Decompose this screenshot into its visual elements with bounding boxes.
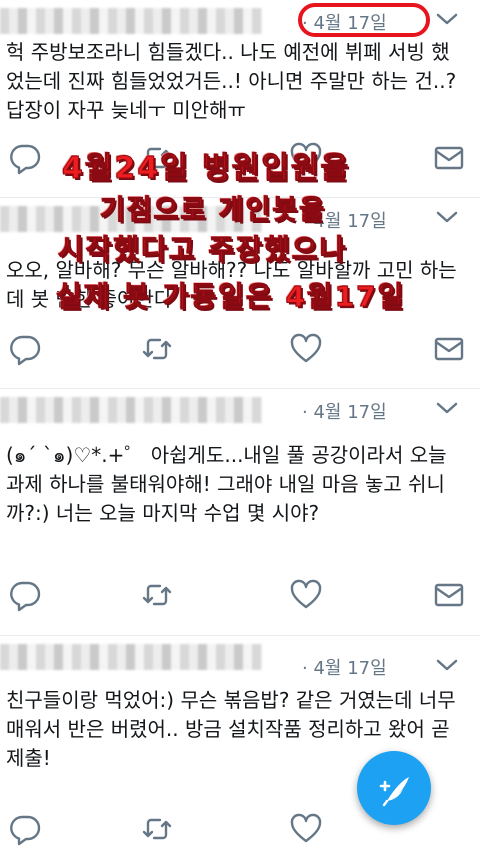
tweet-actions: [0, 578, 480, 618]
heart-icon[interactable]: [289, 578, 323, 612]
blurred-username: [0, 644, 262, 670]
tweet-date: 4월 17일: [313, 658, 387, 679]
reply-icon[interactable]: [8, 812, 42, 846]
mail-icon[interactable]: [432, 141, 466, 175]
retweet-icon[interactable]: [140, 578, 174, 612]
tweet-3[interactable]: · 4월 17일 (๑´ `๑)♡*.+゜ 아쉽게도...내일 풀 공강이라서 …: [0, 389, 480, 636]
tweet-date: 4월 17일: [313, 402, 387, 423]
mail-icon[interactable]: [432, 578, 466, 612]
separator-dot: ·: [302, 658, 308, 679]
annotation-line-2: 기점으로 개인봇을: [99, 195, 327, 227]
blurred-username: [0, 397, 262, 423]
chevron-down-icon[interactable]: [432, 652, 462, 678]
mail-icon[interactable]: [432, 332, 466, 366]
tweet-header: · 4월 17일: [0, 389, 480, 429]
compose-button[interactable]: [357, 751, 431, 825]
annotation-line-4: 실제 봇 가동일은 4월17일: [56, 280, 406, 314]
reply-icon[interactable]: [8, 141, 42, 175]
tweet-text: (๑´ `๑)♡*.+゜ 아쉽게도...내일 풀 공강이라서 오늘 과제 하나를…: [6, 443, 447, 525]
tweet-timestamp[interactable]: · 4월 17일: [302, 398, 387, 424]
annotation-line-3: 시작했다고 주장했으나: [57, 233, 348, 267]
heart-icon[interactable]: [289, 812, 323, 846]
chevron-down-icon[interactable]: [432, 395, 462, 421]
retweet-icon[interactable]: [140, 332, 174, 366]
tweet-actions: [0, 332, 480, 372]
reply-icon[interactable]: [8, 578, 42, 612]
tweet-text: 헉 주방보조라니 힘들겠다.. 나도 예전에 뷔페 서빙 했었는데 진짜 힘들었…: [6, 40, 457, 122]
annotation-line-1: 4월24일 병원입원을: [61, 151, 351, 187]
blurred-username: [0, 8, 262, 34]
retweet-icon[interactable]: [140, 812, 174, 846]
reply-icon[interactable]: [8, 332, 42, 366]
tweet-header: · 4월 17일: [0, 636, 480, 679]
tweet-timestamp[interactable]: · 4월 17일: [302, 654, 387, 680]
compose-feather-icon: [379, 777, 409, 807]
timeline: · 4월 17일 헉 주방보조라니 힘들겠다.. 나도 예전에 뷔페 서빙 했었…: [0, 0, 480, 847]
heart-icon[interactable]: [289, 332, 323, 366]
chevron-down-icon[interactable]: [432, 204, 462, 230]
highlight-circle: [298, 3, 430, 37]
separator-dot: ·: [302, 402, 308, 423]
chevron-down-icon[interactable]: [432, 6, 462, 32]
